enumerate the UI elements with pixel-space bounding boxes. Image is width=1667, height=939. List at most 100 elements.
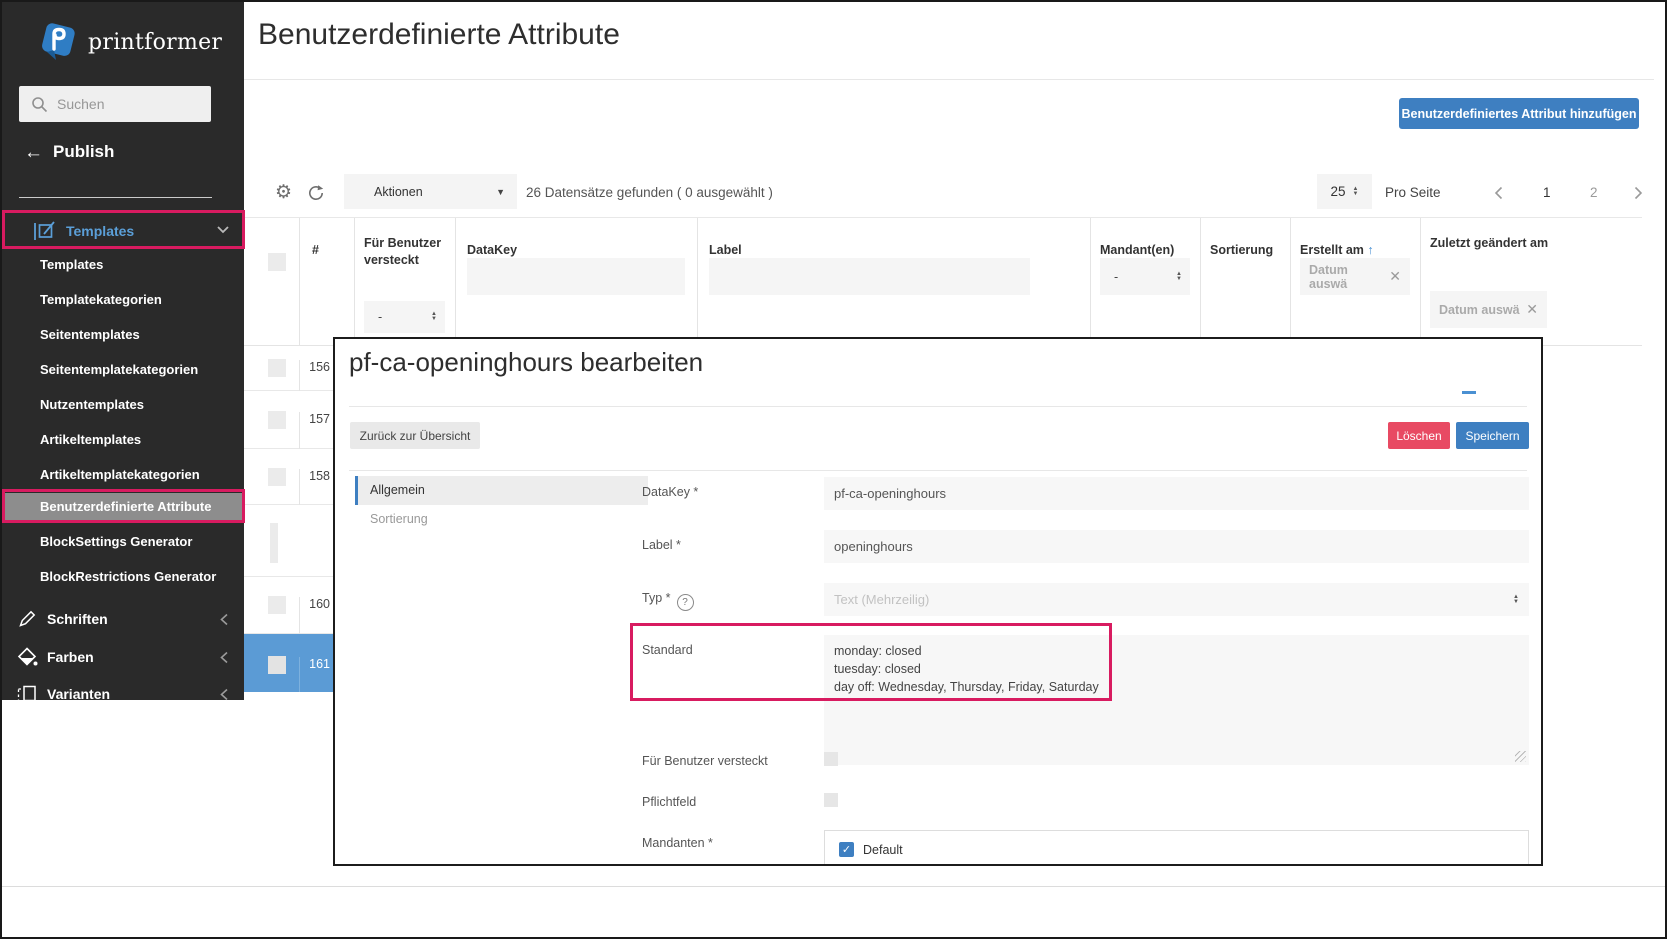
standard-textarea[interactable]: monday: closed tuesday: closed day off: … (824, 635, 1529, 765)
changed-date-filter[interactable]: Datum auswä ✕ (1430, 291, 1547, 328)
label-filter-input[interactable] (709, 258, 1030, 295)
table-row-selected[interactable]: 161 (244, 634, 333, 692)
blue-dash (1462, 391, 1476, 394)
edit-attribute-modal: pf-ca-openinghours bearbeiten Zurück zur… (333, 337, 1543, 866)
column-label[interactable]: Label (709, 243, 742, 257)
resize-handle[interactable] (1515, 751, 1526, 762)
column-datakey[interactable]: DataKey (467, 243, 517, 257)
actions-dropdown[interactable]: Aktionen ▼ (344, 174, 517, 209)
app-window: printformer Suchen ← Publish (0, 0, 1667, 939)
standard-field-label: Standard (642, 643, 693, 657)
column-zuletzt-geaendert[interactable]: Zuletzt geändert am (1430, 235, 1560, 252)
datakey-filter-input[interactable] (467, 258, 685, 295)
templates-edit-icon (32, 220, 56, 243)
column-hidden[interactable]: Für Benutzer versteckt (364, 235, 446, 269)
hidden-checkbox[interactable] (824, 752, 838, 766)
per-page-select[interactable]: 25 ▲▼ (1317, 174, 1372, 209)
pencil-icon (15, 609, 39, 629)
clear-icon[interactable]: ✕ (1526, 301, 1538, 318)
sidebar-item-benutzerdefinierte-attribute[interactable]: Benutzerdefinierte Attribute (2, 493, 244, 520)
stepper-icon: ▲▼ (431, 312, 437, 322)
default-checkbox-checked[interactable]: ✓ (839, 842, 854, 857)
save-button[interactable]: Speichern (1456, 422, 1529, 449)
hidden-filter-select[interactable]: - ▲▼ (364, 301, 445, 333)
modal-divider (349, 406, 1527, 407)
column-erstellt-am[interactable]: Erstellt am ↑ (1300, 243, 1374, 257)
column-sortierung[interactable]: Sortierung (1210, 243, 1273, 257)
row-checkbox[interactable] (268, 468, 286, 486)
logo: printformer (36, 18, 236, 66)
paint-bucket-icon (15, 646, 39, 668)
sidebar-group-varianten[interactable]: Varianten (2, 681, 244, 707)
modal-nav-sortierung[interactable]: Sortierung (355, 505, 648, 534)
required-field-label: Pflichtfeld (642, 795, 696, 809)
logo-text: printformer (88, 30, 222, 55)
refresh-icon[interactable] (306, 183, 326, 203)
sidebar-section-templates[interactable]: Templates (2, 214, 244, 248)
stepper-icon: ▲▼ (1513, 595, 1519, 605)
page-number-2[interactable]: 2 (1590, 185, 1598, 200)
sidebar-item-artikeltemplatekategorien[interactable]: Artikeltemplatekategorien (2, 465, 244, 485)
row-checkbox[interactable] (268, 656, 286, 674)
row-checkbox[interactable] (268, 596, 286, 614)
typ-value: Text (Mehrzeilig) (834, 592, 929, 607)
table-row[interactable]: 160 (244, 577, 333, 634)
row-checkbox[interactable] (268, 359, 286, 377)
table-row[interactable]: 157 (244, 391, 333, 449)
sidebar-back-publish[interactable]: ← Publish (24, 142, 114, 162)
sidebar-item-blocksettings-generator[interactable]: BlockSettings Generator (2, 532, 244, 552)
delete-button[interactable]: Löschen (1388, 422, 1450, 449)
page-next-icon[interactable] (1634, 186, 1643, 200)
row-number: 160 (299, 597, 330, 634)
sidebar-group-schriften[interactable]: Schriften (2, 606, 244, 632)
screenshot-edge-line (2, 886, 1665, 887)
add-attribute-button[interactable]: Benutzerdefiniertes Attribut hinzufügen (1399, 98, 1639, 129)
check-icon: ✓ (842, 843, 851, 856)
row-checkbox[interactable] (270, 523, 278, 563)
table-row[interactable] (244, 505, 333, 577)
sidebar-item-seitentemplatekategorien[interactable]: Seitentemplatekategorien (2, 360, 244, 380)
group-label: Schriften (47, 611, 108, 627)
sidebar-item-templatekategorien[interactable]: Templatekategorien (2, 290, 244, 310)
column-hash[interactable]: # (312, 243, 319, 257)
modal-nav-allgemein[interactable]: Allgemein (355, 476, 648, 505)
sidebar-item-seitentemplates[interactable]: Seitentemplates (2, 325, 244, 345)
sidebar-group-farben[interactable]: Farben (2, 644, 244, 670)
typ-field-label: Typ *? (642, 591, 694, 611)
sort-asc-icon: ↑ (1367, 243, 1373, 257)
filter-value: - (378, 310, 382, 324)
sidebar: printformer Suchen ← Publish (2, 2, 244, 700)
row-checkbox[interactable] (268, 411, 286, 429)
page-prev-icon[interactable] (1494, 186, 1503, 200)
sidebar-item-nutzentemplates[interactable]: Nutzentemplates (2, 395, 244, 415)
clear-icon[interactable]: ✕ (1389, 268, 1401, 285)
table-row[interactable]: 158 (244, 449, 333, 505)
required-checkbox[interactable] (824, 793, 838, 807)
help-question-icon[interactable]: ? (677, 594, 694, 611)
row-number: 156 (299, 360, 330, 391)
table-rows: 156 157 158 160 161 (244, 346, 333, 692)
back-to-overview-button[interactable]: Zurück zur Übersicht (350, 422, 480, 449)
actions-label: Aktionen (374, 185, 496, 199)
sidebar-item-templates[interactable]: Templates (2, 255, 244, 275)
column-mandant[interactable]: Mandant(en) (1100, 243, 1174, 257)
datakey-input[interactable]: pf-ca-openinghours (824, 477, 1529, 510)
created-date-filter[interactable]: Datum auswä ✕ (1300, 258, 1410, 295)
page-number-1[interactable]: 1 (1543, 185, 1551, 200)
mandant-filter-select[interactable]: - ▲▼ (1100, 258, 1190, 295)
label-field-label: Label * (642, 538, 681, 552)
back-arrow-icon: ← (24, 143, 43, 162)
select-all-checkbox[interactable] (268, 253, 286, 271)
sidebar-search-input[interactable]: Suchen (19, 86, 211, 122)
mandanten-field-label: Mandanten * (642, 836, 713, 850)
sidebar-item-blockrestrictions-generator[interactable]: BlockRestrictions Generator (2, 567, 244, 587)
label-input[interactable]: openinghours (824, 530, 1529, 563)
table-row[interactable]: 156 (244, 346, 333, 391)
gear-icon[interactable]: ⚙ (275, 183, 292, 202)
filter-value: - (1114, 270, 1118, 284)
row-number: 161 (299, 657, 330, 692)
typ-select[interactable]: Text (Mehrzeilig) ▲▼ (824, 583, 1529, 616)
chevron-left-icon (220, 613, 228, 626)
chevron-down-icon (216, 225, 230, 234)
sidebar-item-artikeltemplates[interactable]: Artikeltemplates (2, 430, 244, 450)
